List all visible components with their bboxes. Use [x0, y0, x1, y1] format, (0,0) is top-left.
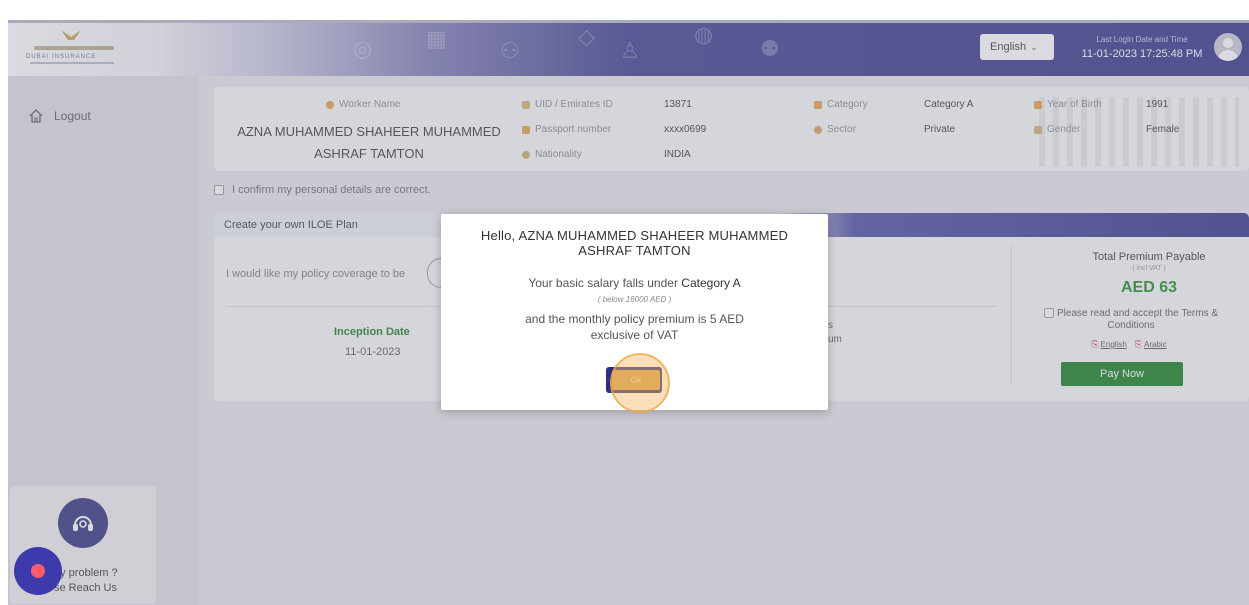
click-highlight-ring: [610, 353, 670, 413]
modal-salary-note: ( below 16000 AED ): [597, 295, 672, 304]
chat-fab-button[interactable]: [14, 547, 62, 595]
modal-premium-line: and the monthly policy premium is 5 AED: [525, 312, 744, 326]
modal-salary-line: Your basic salary falls under Category A: [528, 276, 741, 290]
modal-category: Category A: [681, 276, 741, 290]
modal-vat-line: exclusive of VAT: [590, 328, 679, 342]
modal-greeting: Hello, AZNA MUHAMMED SHAHEER MUHAMMED AS…: [480, 228, 789, 258]
notification-dot-icon: [31, 564, 45, 578]
category-info-modal: Hello, AZNA MUHAMMED SHAHEER MUHAMMED AS…: [441, 214, 828, 413]
